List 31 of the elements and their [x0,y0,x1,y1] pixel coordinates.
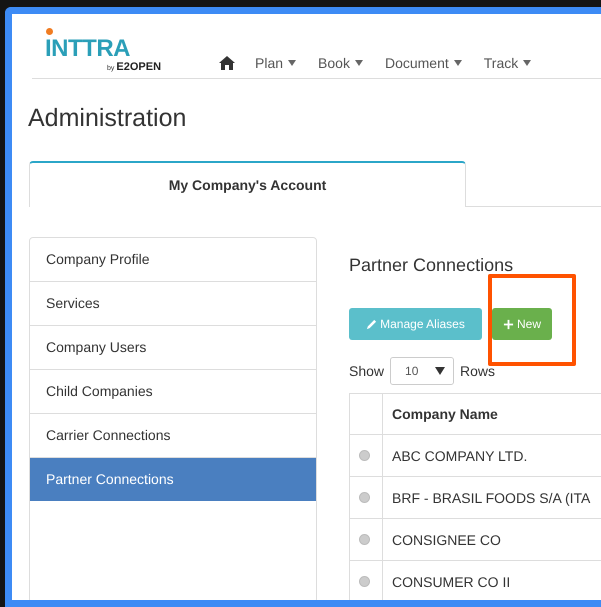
logo-wordmark: INTTRA [45,37,130,61]
section-title: Partner Connections [349,254,514,276]
caret-icon [288,60,296,66]
tab[interactable]: My Company's Account [29,161,466,207]
show-label: Show [349,363,384,379]
radio-button[interactable] [359,534,370,545]
rows-label: Rows [460,363,496,379]
nav-menu[interactable]: Plan [255,55,296,71]
sidebar-item[interactable]: Services [30,282,316,326]
caret-icon [523,60,532,66]
dot-icon [46,28,53,35]
rows-dropdown[interactable]: 10 [390,357,454,385]
sidebar-item[interactable]: Company Profile [30,238,316,282]
radio-button[interactable] [359,492,370,503]
nav-menu[interactable]: Book [318,55,363,71]
caret-icon [454,60,462,66]
radio-button[interactable] [359,450,370,461]
pencil-icon [366,318,378,330]
radio-button[interactable] [359,576,370,587]
plus-icon [502,318,514,330]
column-header: Company Name [382,394,601,434]
caret-icon [354,60,363,66]
home-icon[interactable] [219,56,235,70]
logo-brand: E2OPEN [116,61,162,73]
sidebar-item[interactable]: Company Users [30,326,316,370]
sidebar-item[interactable]: Partner Connections [30,458,316,501]
caret-icon [435,367,446,375]
nav-menu[interactable]: Document [384,55,462,71]
page-title: Administration [28,103,188,133]
sidebar-item[interactable]: Child Companies [30,370,316,414]
nav-menu[interactable]: Track [484,55,532,71]
